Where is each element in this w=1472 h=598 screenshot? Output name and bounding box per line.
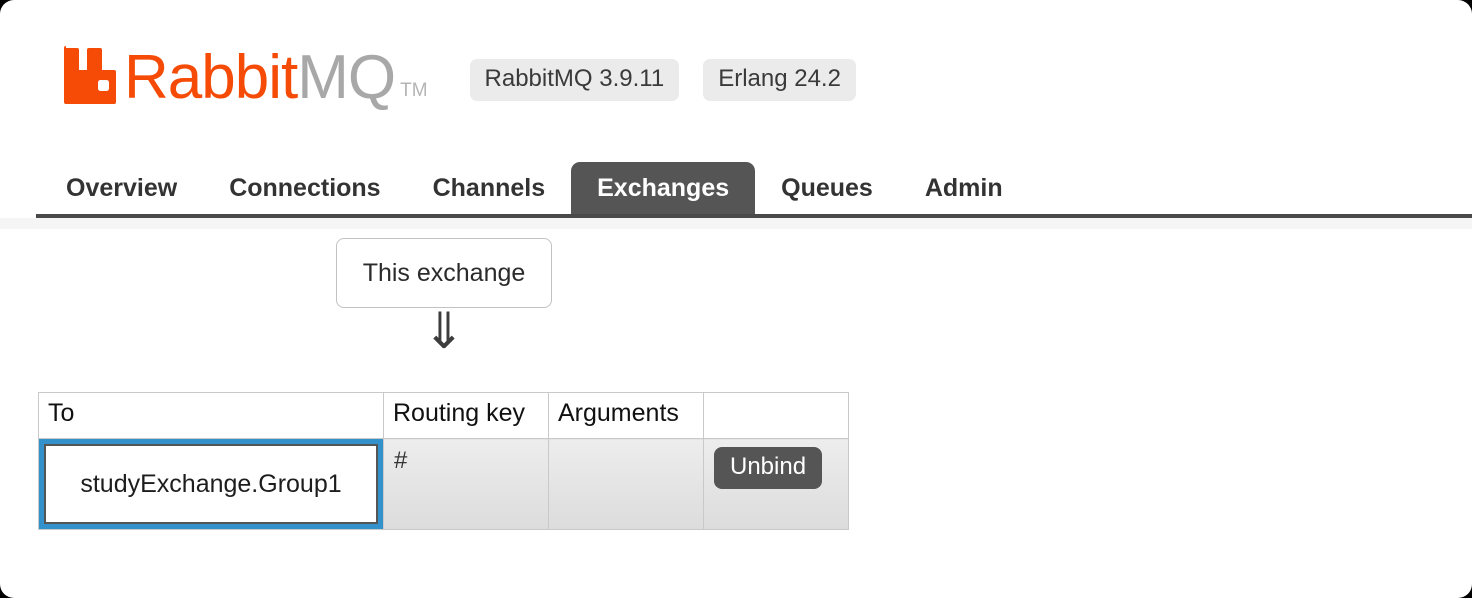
bindings-table: To Routing key Arguments studyExchange.G… (38, 392, 849, 530)
cell-to: studyExchange.Group1 (38, 438, 384, 530)
rabbitmq-management-page: RabbitMQ TM RabbitMQ 3.9.11 Erlang 24.2 … (0, 0, 1472, 598)
rabbitmq-logo[interactable]: RabbitMQ TM (64, 46, 428, 109)
tab-queues[interactable]: Queues (755, 162, 899, 217)
column-header-arguments: Arguments (548, 392, 704, 439)
logo-text-mq: MQ (297, 43, 396, 113)
page-header: RabbitMQ TM RabbitMQ 3.9.11 Erlang 24.2 (64, 34, 856, 109)
tab-exchanges[interactable]: Exchanges (571, 162, 756, 217)
tab-channels[interactable]: Channels (407, 162, 572, 217)
table-row: studyExchange.Group1 # Unbind (38, 438, 849, 530)
selection-highlight: studyExchange.Group1 (39, 439, 383, 529)
logo-trademark: TM (400, 80, 428, 101)
column-header-routing-key: Routing key (383, 392, 549, 439)
cell-routing-key: # (383, 438, 549, 530)
this-exchange-box: This exchange (336, 238, 552, 308)
nav-underband (0, 218, 1472, 229)
badge-erlang-version: Erlang 24.2 (703, 59, 856, 101)
double-down-arrow-icon: ⇓ (423, 302, 465, 360)
nav-tab-list: Overview Connections Channels Exchanges … (40, 155, 1029, 217)
main-navigation: Overview Connections Channels Exchanges … (0, 155, 1472, 217)
logo-text-rabbit: Rabbit (124, 43, 298, 113)
unbind-button[interactable]: Unbind (714, 447, 823, 490)
tab-overview[interactable]: Overview (40, 162, 203, 217)
tab-admin[interactable]: Admin (899, 162, 1029, 217)
routing-key-value: # (394, 447, 408, 474)
column-header-actions (703, 392, 849, 439)
rabbitmq-bunny-icon (64, 46, 116, 104)
cell-actions: Unbind (703, 438, 849, 530)
cell-arguments (548, 438, 704, 530)
logo-wordmark: RabbitMQ (124, 47, 396, 109)
tab-connections[interactable]: Connections (203, 162, 406, 217)
table-header-row: To Routing key Arguments (38, 392, 849, 439)
binding-destination-link[interactable]: studyExchange.Group1 (44, 444, 378, 524)
column-header-to: To (38, 392, 384, 439)
badge-rabbitmq-version: RabbitMQ 3.9.11 (469, 59, 680, 101)
version-badges: RabbitMQ 3.9.11 Erlang 24.2 (469, 59, 856, 108)
